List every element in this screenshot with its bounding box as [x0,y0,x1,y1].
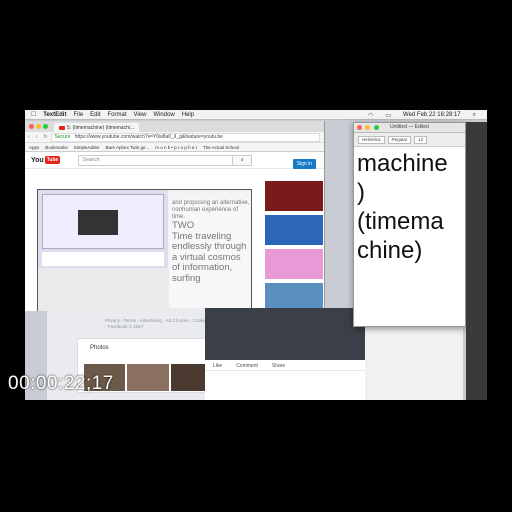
bookmarks-bar: Apps Bookmarks SimpleAdder Bare Aphex Tw… [25,143,324,152]
menu-view[interactable]: View [134,112,147,118]
related-thumb[interactable] [265,249,323,279]
tab-title: 5. (timemachine) (timemachi... [67,124,135,131]
photo-thumb[interactable] [127,364,169,391]
related-thumb[interactable] [265,181,323,211]
bookmark-apps[interactable]: Apps [29,145,39,150]
forward-icon[interactable]: › [36,134,38,140]
style-select[interactable]: Regular [387,135,412,144]
youtube-favicon-icon [59,125,65,130]
address-bar: ‹ › ↻ Secure https://www.youtube.com/wat… [25,132,324,143]
close-window-icon[interactable] [357,125,362,130]
textedit-document[interactable]: machine ) (timema chine) [357,149,465,265]
logo-you: You [31,156,44,164]
menu-format[interactable]: Format [108,112,127,118]
video-frame [38,190,168,268]
bookmark-aphex[interactable]: Bare Aphex Twin ge... [106,145,150,150]
bookmark-folder[interactable]: Bookmarks [45,145,68,150]
tab-bar: 5. (timemachine) (timemachi... [25,121,324,132]
close-window-icon[interactable] [29,124,34,129]
secure-label: Secure [54,133,71,140]
chrome-window: 5. (timemachine) (timemachi... ‹ › ↻ Sec… [25,121,325,311]
like-button[interactable]: Like [213,363,222,369]
battery-icon[interactable]: ▭ [385,112,391,119]
browser-tab[interactable]: 5. (timemachine) (timemachi... [54,123,140,132]
youtube-header: You Tube Search ⌕ [25,152,324,169]
sign-in-button[interactable]: Sign in [292,159,316,169]
menu-file[interactable]: File [73,112,83,118]
logo-tube: Tube [44,156,61,164]
minimize-window-icon[interactable] [365,125,371,130]
nested-caption [42,252,164,266]
url-field[interactable]: Secure https://www.youtube.com/watch?v=Y… [50,132,320,142]
youtube-logo[interactable]: You Tube [31,156,61,164]
minimize-window-icon[interactable] [36,124,41,129]
caption-main: TWO Time traveling endlessly through a v… [172,220,247,284]
caption-top: and proposing an alternative, nonhuman e… [172,200,250,220]
zoom-window-icon[interactable] [43,124,48,129]
search-icon[interactable]: ⌕ [473,112,476,119]
menubar-clock[interactable]: Wed Feb 22 16:28:17 [403,112,461,118]
video-caption: and proposing an alternative, nonhuman e… [169,198,251,311]
app-menu[interactable]: TextEdit [43,112,66,118]
textedit-title: Untitled — Edited [390,124,429,130]
menubar-status: ◠ ▭ Wed Feb 22 16:28:17 ⌕ [363,110,483,120]
share-button[interactable]: Share [272,363,285,369]
desktop-screen:  TextEdit File Edit Format View Window … [25,110,487,400]
menu-window[interactable]: Window [153,112,174,118]
textedit-window: Untitled — Edited Helvetica Regular 12 m… [353,122,466,327]
window-controls [357,125,381,137]
nested-video [78,210,118,235]
menu-help[interactable]: Help [182,112,194,118]
photos-heading[interactable]: Photos [90,345,109,351]
related-thumb[interactable] [265,283,323,311]
apple-menu-icon[interactable]:  [31,111,36,118]
video-lower [38,268,169,311]
menu-edit[interactable]: Edit [90,112,100,118]
video-timecode: 00:00:22;17 [8,373,114,394]
comment-button[interactable]: Comment [236,363,258,369]
bookmark-school[interactable]: The Actual School [203,145,239,150]
youtube-search-input[interactable]: Search [78,154,234,166]
bookmark-monk[interactable]: m o n k • p r o p h e t [155,145,197,150]
reload-icon[interactable]: ↻ [43,134,47,140]
zoom-window-icon[interactable] [373,125,379,130]
side-window [466,122,487,400]
video-player[interactable]: and proposing an alternative, nonhuman e… [37,189,252,311]
mac-menubar:  TextEdit File Edit Format View Window … [25,110,487,120]
url-text: https://www.youtube.com/watch?v=Y0w8a0_i… [74,133,223,140]
size-select[interactable]: 12 [414,135,428,144]
post-actions: Like Comment Share [205,361,385,371]
search-button[interactable]: ⌕ [233,154,253,166]
chat-panel [365,320,463,400]
back-icon[interactable]: ‹ [28,134,30,140]
related-videos [265,181,323,311]
wifi-icon[interactable]: ◠ [368,112,373,119]
textedit-titlebar[interactable]: Untitled — Edited [354,123,465,133]
bookmark-simpleadder[interactable]: SimpleAdder [74,145,100,150]
related-thumb[interactable] [265,215,323,245]
